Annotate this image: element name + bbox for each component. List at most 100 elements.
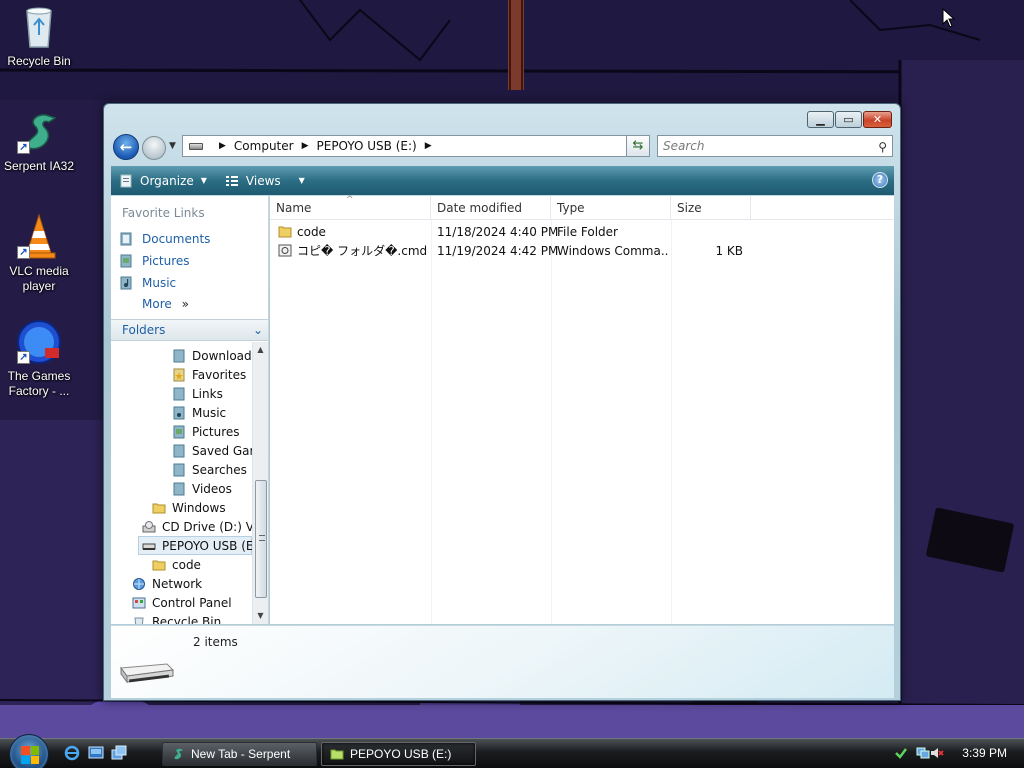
tree-item-pictures[interactable]: Pictures <box>172 422 240 441</box>
tree-item-control-panel[interactable]: Control Panel <box>132 593 232 612</box>
more-favorites-link[interactable]: More » <box>142 297 189 311</box>
file-name: コピ� フォルダ�.cmd <box>297 244 428 258</box>
security-check-icon[interactable] <box>894 746 908 760</box>
internet-explorer-icon[interactable] <box>64 745 80 761</box>
downloads-folder-icon <box>173 349 185 362</box>
chevron-down-icon: ⌄ <box>252 323 263 337</box>
favorite-link-pictures[interactable]: Pictures <box>119 254 190 268</box>
tree-item-label: Network <box>152 576 203 591</box>
desktop-icon-vlc[interactable]: ↗ VLC media player <box>1 213 77 294</box>
column-header-type[interactable]: Type <box>551 196 671 220</box>
command-bar: Organize ▼ Views ▼ ? <box>111 166 894 195</box>
column-header-size[interactable]: Size <box>671 196 751 220</box>
show-desktop-icon[interactable] <box>88 745 104 761</box>
chevron-down-icon: ▼ <box>298 176 305 185</box>
tree-item-code[interactable]: code <box>152 555 201 574</box>
breadcrumb-separator-icon[interactable]: ▶ <box>425 141 432 151</box>
network-status-icon[interactable] <box>916 746 930 760</box>
file-row[interactable]: code 11/18/2024 4:40 PM File Folder <box>270 223 894 242</box>
music-folder-icon <box>173 406 185 419</box>
tree-item-pepoyo-usb[interactable]: PEPOYO USB (E:) <box>138 536 262 555</box>
grip-icon <box>259 535 265 541</box>
maximize-icon: ▭ <box>843 113 854 126</box>
folders-title: Folders <box>122 323 166 337</box>
column-headers: ^ Name Date modified Type Size <box>270 195 894 220</box>
navigation-pane: Favorite Links Documents Pictures Music … <box>111 196 269 624</box>
favorites-folder-icon <box>173 368 185 381</box>
recent-pages-dropdown[interactable]: ▼ <box>169 141 176 151</box>
breadcrumb-separator-icon[interactable]: ▶ <box>219 141 226 151</box>
search-input[interactable]: Search ⚲ <box>657 135 893 157</box>
file-list: ^ Name Date modified Type Size code 11/1… <box>270 195 894 624</box>
vlc-cone-icon: ↗ <box>15 213 63 261</box>
tree-item-videos[interactable]: Videos <box>172 479 232 498</box>
file-type: Windows Comma... <box>557 244 669 258</box>
folders-header[interactable]: Folders ⌄ <box>111 319 268 341</box>
tree-item-searches[interactable]: Searches <box>172 460 247 479</box>
tree-item-label: Pictures <box>192 424 240 439</box>
minimize-icon: ▁ <box>816 113 825 126</box>
file-name-cell: code <box>278 223 428 242</box>
chevron-down-icon: ▼ <box>169 141 176 151</box>
column-header-label: Date modified <box>437 201 523 215</box>
taskbar: New Tab - Serpent PEPOYO USB (E:) 3:39 P… <box>0 734 1024 768</box>
scroll-down-icon[interactable]: ▼ <box>253 608 268 624</box>
views-button[interactable]: Views ▼ <box>217 166 315 195</box>
refresh-button[interactable]: ⇆ <box>626 135 650 157</box>
help-button[interactable]: ? <box>872 172 888 188</box>
favorite-link-documents[interactable]: Documents <box>119 232 210 246</box>
folder-icon <box>152 560 166 570</box>
favorite-link-label: Pictures <box>142 254 190 268</box>
address-bar[interactable]: ▶ Computer ▶ PEPOYO USB (E:) ▶ ▼ <box>182 135 650 157</box>
desktop-icon-label: Serpent IA32 <box>3 159 75 173</box>
breadcrumb-drive[interactable]: PEPOYO USB (E:) <box>317 139 417 153</box>
clock[interactable]: 3:39 PM <box>962 746 1007 760</box>
tree-item-cd-drive[interactable]: CD Drive (D:) Vista <box>142 517 268 536</box>
tree-item-label: Music <box>192 405 227 420</box>
search-icon[interactable]: ⚲ <box>878 137 887 157</box>
column-header-date-modified[interactable]: Date modified <box>431 196 551 220</box>
close-button[interactable]: ✕ <box>863 111 892 128</box>
desktop-icon-recycle-bin[interactable]: Recycle Bin <box>1 3 77 69</box>
start-button[interactable] <box>9 734 49 768</box>
recycle-bin-icon <box>134 617 144 624</box>
tree-item-recycle-bin[interactable]: Recycle Bin <box>132 612 221 624</box>
favorite-link-music[interactable]: Music <box>119 276 176 290</box>
tree-item-label: Videos <box>192 481 232 496</box>
file-row[interactable]: コピ� フォルダ�.cmd 11/19/2024 4:42 PM Windows… <box>270 242 894 261</box>
scroll-up-icon[interactable]: ▲ <box>253 342 268 358</box>
window-controls: ▁ ▭ ✕ <box>807 111 892 128</box>
column-header-name[interactable]: ^ Name <box>270 195 431 220</box>
tree-item-favorites[interactable]: Favorites <box>172 365 246 384</box>
cd-drive-icon <box>142 520 156 532</box>
tree-item-windows[interactable]: Windows <box>152 498 226 517</box>
breadcrumb-separator-icon[interactable]: ▶ <box>302 141 309 151</box>
back-button[interactable]: ← <box>113 134 139 160</box>
tree-item-links[interactable]: Links <box>172 384 223 403</box>
details-pane: 2 items <box>111 625 894 698</box>
music-icon <box>120 276 132 290</box>
taskbar-button-serpent[interactable]: New Tab - Serpent <box>162 742 317 766</box>
organize-button[interactable]: Organize ▼ <box>111 166 217 195</box>
taskbar-button-pepoyo-usb[interactable]: PEPOYO USB (E:) <box>321 742 476 766</box>
file-name: code <box>297 225 326 239</box>
organize-label: Organize <box>140 173 194 188</box>
column-divider <box>671 220 672 624</box>
breadcrumb-computer[interactable]: Computer <box>234 139 294 153</box>
maximize-button[interactable]: ▭ <box>835 111 862 128</box>
minimize-button[interactable]: ▁ <box>807 111 834 128</box>
volume-muted-icon[interactable] <box>930 746 944 760</box>
tree-item-label: Windows <box>172 500 226 515</box>
desktop-icon-serpent[interactable]: ↗ Serpent IA32 <box>1 108 77 174</box>
tree-item-music[interactable]: Music <box>172 403 226 422</box>
folders-scrollbar[interactable]: ▲ ▼ <box>252 342 268 624</box>
tree-item-network[interactable]: Network <box>132 574 202 593</box>
desktop-icon-games-factory[interactable]: ↗ The Games Factory - ... <box>1 318 77 399</box>
file-type: File Folder <box>557 225 618 239</box>
mouse-cursor-icon <box>942 8 956 28</box>
tree-item-label: Searches <box>192 462 247 477</box>
tree-item-downloads[interactable]: Downloads <box>172 346 258 365</box>
switch-windows-icon[interactable] <box>111 745 127 761</box>
forward-button[interactable] <box>142 136 166 160</box>
scrollbar-thumb[interactable] <box>255 480 267 598</box>
